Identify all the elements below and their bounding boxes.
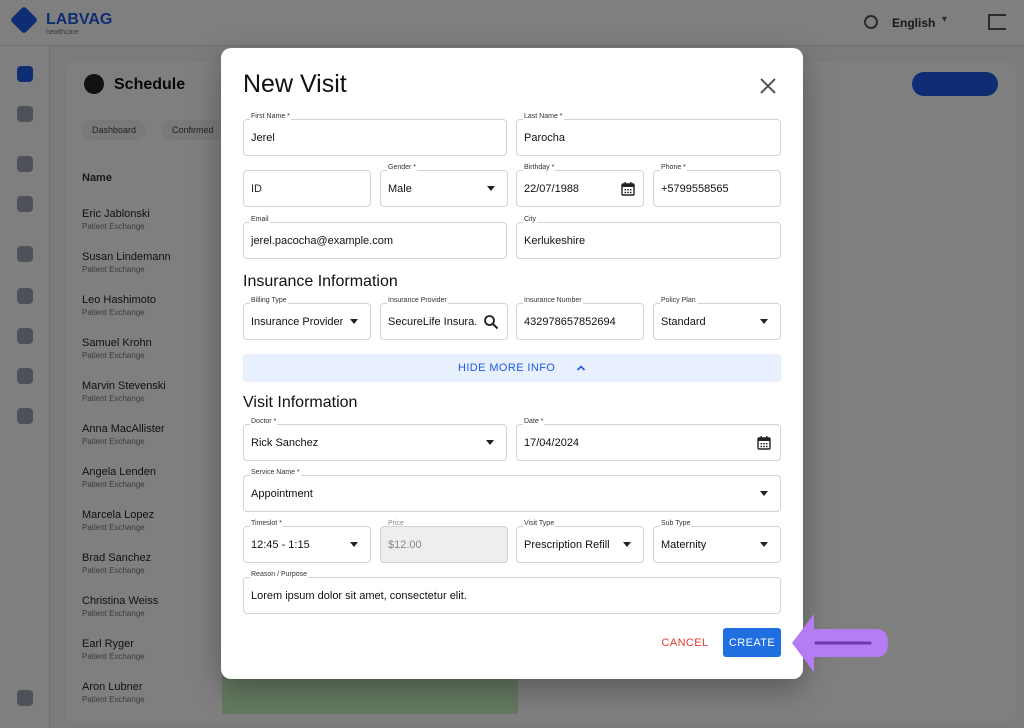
timeslot-select[interactable]: Timeslot * 12:45 - 1:15 bbox=[243, 520, 371, 563]
date-field[interactable]: Date * 17/04/2024 bbox=[516, 418, 781, 461]
service-name-value: Appointment bbox=[251, 488, 313, 500]
dropdown-arrow-icon bbox=[623, 542, 631, 547]
price-label: Price bbox=[388, 520, 404, 527]
id-field[interactable]: ID bbox=[243, 170, 371, 207]
sub-type-select[interactable]: Sub Type Maternity bbox=[653, 520, 781, 563]
service-name-label: Service Name * bbox=[250, 469, 301, 476]
reason-value: Lorem ipsum dolor sit amet, consectetur … bbox=[251, 590, 467, 602]
insurance-provider-label: Insurance Provider bbox=[387, 297, 448, 304]
visit-type-value: Prescription Refill bbox=[524, 539, 610, 551]
dropdown-arrow-icon bbox=[760, 542, 768, 547]
first-name-label: First Name * bbox=[250, 113, 291, 120]
doctor-value: Rick Sanchez bbox=[251, 437, 319, 449]
date-label: Date * bbox=[523, 418, 545, 425]
create-button[interactable]: CREATE bbox=[723, 628, 781, 657]
dropdown-arrow-icon bbox=[486, 440, 494, 445]
doctor-select[interactable]: Doctor * Rick Sanchez bbox=[243, 418, 507, 461]
reason-label: Reason / Purpose bbox=[250, 571, 309, 578]
first-name-value: Jerel bbox=[251, 132, 275, 144]
dropdown-arrow-icon bbox=[350, 319, 358, 324]
date-value: 17/04/2024 bbox=[524, 437, 580, 449]
billing-type-value: Insurance Provider bbox=[251, 316, 344, 328]
policy-plan-value: Standard bbox=[661, 316, 706, 328]
reason-field[interactable]: Reason / Purpose Lorem ipsum dolor sit a… bbox=[243, 571, 781, 614]
price-value: $12.00 bbox=[388, 539, 422, 551]
phone-value: +5799558565 bbox=[661, 183, 729, 195]
cancel-button[interactable]: CANCEL bbox=[657, 628, 713, 656]
gender-label: Gender * bbox=[387, 164, 418, 171]
insurance-number-value: 432978657852694 bbox=[524, 316, 616, 328]
email-label: Email bbox=[250, 216, 270, 223]
insurance-provider-value: SecureLife Insura... bbox=[388, 316, 478, 328]
gender-select[interactable]: Gender * Male bbox=[380, 164, 508, 207]
search-icon[interactable] bbox=[483, 314, 499, 330]
last-name-value: Parocha bbox=[524, 132, 565, 144]
insurance-provider-field[interactable]: Insurance Provider SecureLife Insura... bbox=[380, 297, 508, 340]
calendar-icon[interactable] bbox=[620, 181, 636, 197]
calendar-icon[interactable] bbox=[756, 435, 772, 451]
timeslot-value: 12:45 - 1:15 bbox=[251, 539, 310, 551]
id-placeholder: ID bbox=[251, 183, 262, 195]
billing-type-label: Billing Type bbox=[250, 297, 288, 304]
price-field: Price $12.00 bbox=[380, 520, 508, 563]
phone-field[interactable]: Phone * +5799558565 bbox=[653, 164, 781, 207]
insurance-section-title: Insurance Information bbox=[243, 273, 398, 290]
billing-type-select[interactable]: Billing Type Insurance Provider bbox=[243, 297, 371, 340]
close-button[interactable] bbox=[754, 72, 782, 100]
new-visit-dialog: New Visit First Name * Jerel Last Name *… bbox=[221, 48, 803, 679]
sub-type-value: Maternity bbox=[661, 539, 707, 551]
birthday-label: Birthday * bbox=[523, 164, 556, 171]
birthday-field[interactable]: Birthday * 22/07/1988 bbox=[516, 164, 644, 207]
city-field[interactable]: City Kerlukeshire bbox=[516, 216, 781, 259]
pointer-arrow-icon bbox=[792, 614, 888, 672]
visit-type-label: Visit Type bbox=[523, 520, 556, 527]
dialog-title: New Visit bbox=[243, 70, 347, 98]
dropdown-arrow-icon bbox=[760, 491, 768, 496]
chevron-up-icon bbox=[576, 365, 586, 371]
first-name-field[interactable]: First Name * Jerel bbox=[243, 113, 507, 156]
service-name-select[interactable]: Service Name * Appointment bbox=[243, 469, 781, 512]
birthday-value: 22/07/1988 bbox=[524, 183, 580, 195]
timeslot-label: Timeslot * bbox=[250, 520, 283, 527]
hide-more-info-label: HIDE MORE INFO bbox=[458, 362, 556, 374]
policy-plan-select[interactable]: Policy Plan Standard bbox=[653, 297, 781, 340]
visit-type-select[interactable]: Visit Type Prescription Refill bbox=[516, 520, 644, 563]
close-icon bbox=[760, 78, 776, 94]
policy-plan-label: Policy Plan bbox=[660, 297, 697, 304]
city-label: City bbox=[523, 216, 538, 223]
doctor-label: Doctor * bbox=[250, 418, 278, 425]
phone-label: Phone * bbox=[660, 164, 687, 171]
dropdown-arrow-icon bbox=[350, 542, 358, 547]
dropdown-arrow-icon bbox=[760, 319, 768, 324]
gender-value: Male bbox=[388, 183, 412, 195]
insurance-number-field[interactable]: Insurance Number 432978657852694 bbox=[516, 297, 644, 340]
last-name-label: Last Name * bbox=[523, 113, 564, 120]
hide-more-info-button[interactable]: HIDE MORE INFO bbox=[243, 354, 781, 382]
city-value: Kerlukeshire bbox=[524, 235, 586, 247]
insurance-number-label: Insurance Number bbox=[523, 297, 583, 304]
email-field[interactable]: Email jerel.pacocha@example.com bbox=[243, 216, 507, 259]
last-name-field[interactable]: Last Name * Parocha bbox=[516, 113, 781, 156]
visit-section-title: Visit Information bbox=[243, 394, 358, 411]
dropdown-arrow-icon bbox=[487, 186, 495, 191]
email-value: jerel.pacocha@example.com bbox=[251, 235, 394, 247]
sub-type-label: Sub Type bbox=[660, 520, 692, 527]
